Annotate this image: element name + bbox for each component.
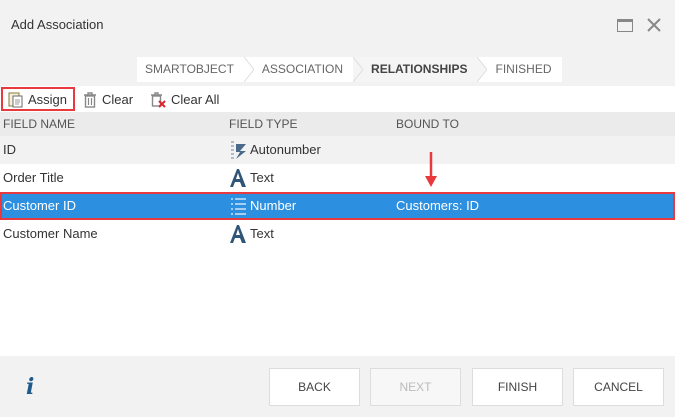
autonumber-icon	[231, 141, 246, 159]
clear-all-label: Clear All	[171, 91, 220, 107]
table-row[interactable]: Order Title Text	[0, 164, 675, 192]
close-icon	[647, 18, 661, 32]
clear-label: Clear	[102, 91, 134, 107]
field-type-cell: Number	[250, 198, 297, 213]
annotation-arrow-icon	[425, 152, 437, 187]
step-relationships[interactable]: RELATIONSHIPS	[353, 57, 488, 82]
table-row[interactable]: ID Autonumber	[0, 136, 675, 164]
step-smartobject[interactable]: SMARTOBJECT	[137, 57, 254, 82]
finish-button[interactable]: FINISH	[472, 368, 563, 406]
field-name-cell: ID	[3, 142, 16, 157]
field-name-cell: Customer Name	[3, 226, 98, 241]
step-chevron-icon	[477, 57, 488, 82]
field-name-cell: Order Title	[3, 170, 64, 185]
header-bound-to[interactable]: BOUND TO	[396, 117, 459, 131]
wizard-steps: SMARTOBJECT ASSOCIATION RELATIONSHIPS FI…	[137, 57, 562, 82]
trash-icon	[84, 91, 96, 108]
step-label: FINISHED	[495, 62, 552, 76]
header-field-name[interactable]: FIELD NAME	[3, 117, 75, 131]
cancel-button[interactable]: CANCEL	[573, 368, 664, 406]
assign-button[interactable]: Assign	[1, 87, 75, 111]
assign-label: Assign	[28, 91, 68, 107]
step-chevron-icon	[353, 57, 364, 82]
step-finished[interactable]: FINISHED	[477, 57, 561, 82]
field-type-cell: Text	[250, 170, 274, 185]
bound-to-cell: Customers: ID	[396, 198, 480, 213]
table-row-selected[interactable]: Customer ID Number Customers: ID	[0, 192, 675, 220]
clear-all-button[interactable]: Clear All	[150, 87, 219, 111]
next-button[interactable]: NEXT	[370, 368, 461, 406]
clear-all-icon	[151, 91, 166, 108]
field-type-cell: Autonumber	[250, 142, 321, 157]
field-name-cell: Customer ID	[3, 198, 76, 213]
text-type-icon	[230, 169, 246, 187]
field-type-cell: Text	[250, 226, 274, 241]
number-icon	[231, 198, 246, 215]
header-field-type[interactable]: FIELD TYPE	[229, 117, 297, 131]
back-button[interactable]: BACK	[269, 368, 360, 406]
clear-button[interactable]: Clear	[82, 87, 133, 111]
step-label: ASSOCIATION	[261, 62, 344, 76]
text-type-icon	[230, 225, 246, 243]
assign-icon	[8, 92, 23, 107]
maximize-icon	[617, 18, 633, 32]
grid-header: FIELD NAME FIELD TYPE BOUND TO	[0, 112, 675, 136]
fields-grid: ID Autonumber Order Title Text Customer …	[0, 136, 675, 356]
title-bar: Add Association	[0, 0, 675, 50]
step-label: SMARTOBJECT	[145, 62, 234, 76]
step-label: RELATIONSHIPS	[371, 62, 468, 76]
dialog-title: Add Association	[11, 17, 104, 32]
step-chevron-icon	[243, 57, 254, 82]
table-row[interactable]: Customer Name Text	[0, 220, 675, 248]
info-icon[interactable]: i	[26, 374, 34, 400]
close-button[interactable]	[643, 14, 665, 36]
step-association[interactable]: ASSOCIATION	[244, 57, 364, 82]
footer: i BACK NEXT FINISH CANCEL	[0, 356, 675, 417]
toolbar: Assign Clear Clear All	[0, 86, 675, 112]
maximize-button[interactable]	[614, 14, 636, 36]
